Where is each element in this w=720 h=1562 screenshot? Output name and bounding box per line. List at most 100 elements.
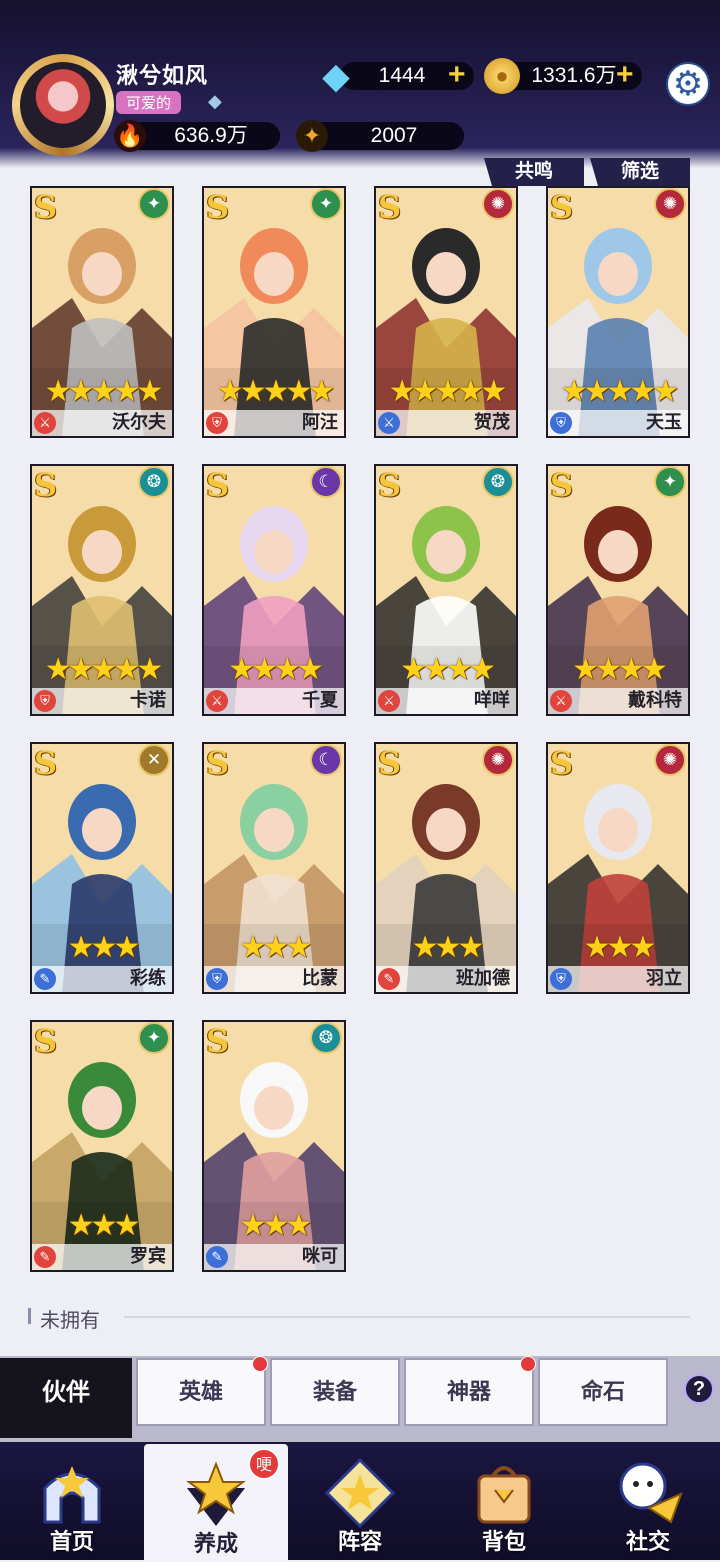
nav-item-bag[interactable]: 背包 [432,1442,576,1560]
help-button[interactable]: ? [684,1374,714,1404]
hero-card[interactable]: S ❂ ★★★★★ ⛨ 卡诺 [30,464,174,716]
star-rating: ★★★ [583,931,657,964]
diamond-icon: ◆ [322,55,350,96]
faction-icon: ❂ [310,1022,342,1054]
class-icon: ⛨ [550,968,572,990]
hero-card[interactable]: S ❂ ★★★ ✎ 咪可 [202,1020,346,1272]
flame-icon: 🔥 [114,120,146,152]
hero-name: 沃尔夫 [112,412,166,432]
star-badge-icon: ✦ [296,120,328,152]
hero-name: 彩练 [130,968,166,988]
rank-badge: S [206,466,230,504]
add-diamond-button[interactable]: + [448,60,466,90]
class-icon: ⚔ [550,690,572,712]
hero-card[interactable]: S ✺ ★★★★★ ⛨ 天玉 [546,186,690,438]
subtab-3[interactable]: 神器 [404,1358,534,1426]
rank-badge: S [550,188,574,226]
hero-name: 天玉 [646,412,682,432]
player-name: 湫兮如风 [116,63,209,88]
nav-item-lineup[interactable]: 阵容 [288,1442,432,1560]
hero-name: 贺茂 [474,412,510,432]
star-rating: ★★★ [411,931,485,964]
class-icon: ⚔ [34,412,56,434]
hero-card[interactable]: S ✦ ★★★★ ⚔ 戴科特 [546,464,690,716]
add-gold-button[interactable]: + [616,60,634,90]
hero-card[interactable]: S ✦ ★★★★★ ⚔ 沃尔夫 [30,186,174,438]
nav-item-home[interactable]: 首页 [0,1442,144,1560]
rank-badge: S [34,188,58,226]
filter-button[interactable]: 筛选 [590,158,690,186]
rank-badge: S [550,466,574,504]
energy-pill: 2007 [304,122,464,150]
rank-badge: S [34,1022,58,1060]
nav-item-nurture[interactable]: 养成 哽 [144,1444,288,1562]
section-divider [124,1316,690,1318]
nav-label: 首页 [49,1529,94,1554]
diamond-value: 1444 [378,64,426,87]
hero-name: 羽立 [646,968,682,988]
rank-badge: S [550,744,574,782]
star-rating: ★★★ [67,1209,141,1242]
rank-badge: S [378,744,402,782]
gold-coin-icon: ● [484,58,520,94]
nav-item-social[interactable]: 社交 [576,1442,720,1560]
star-rating: ★★★★★ [44,375,163,408]
settings-gear-icon[interactable]: ⚙ [666,62,710,106]
rank-badge: S [206,188,230,226]
class-icon: ⚔ [378,690,400,712]
hero-card[interactable]: S ✕ ★★★ ✎ 彩练 [30,742,174,994]
hero-name: 咩咩 [474,690,510,710]
star-rating: ★★★★ [572,653,668,686]
social-icon [613,1458,683,1528]
hero-card[interactable]: S ❂ ★★★★ ⚔ 咩咩 [374,464,518,716]
power-value: 636.9万 [174,124,248,147]
class-icon: ⛨ [206,412,228,434]
hero-card[interactable]: S ✦ ★★★★★ ⛨ 阿汪 [202,186,346,438]
rank-badge: S [34,744,58,782]
faction-icon: ✺ [482,744,514,776]
class-icon: ✎ [34,1246,56,1268]
subtab-2[interactable]: 装备 [270,1358,400,1426]
hero-card[interactable]: S ✺ ★★★ ✎ 班加德 [374,742,518,994]
subtab-0[interactable]: 伙伴 [0,1358,132,1438]
resonance-button[interactable]: 共鸣 [484,158,584,186]
faction-icon: ☾ [310,466,342,498]
rank-badge: S [378,188,402,226]
gold-value: 1331.6万 [531,64,617,87]
hero-card[interactable]: S ☾ ★★★★ ⚔ 千夏 [202,464,346,716]
star-rating: ★★★★★ [216,375,335,408]
star-rating: ★★★ [239,1209,313,1242]
avatar[interactable] [20,62,106,148]
subtab-1[interactable]: 英雄 [136,1358,266,1426]
nurture-icon [181,1460,251,1530]
class-icon: ✎ [206,1246,228,1268]
hero-name: 罗宾 [130,1246,166,1266]
class-icon: ✎ [378,968,400,990]
star-rating: ★★★★★ [388,375,507,408]
nav-label: 背包 [481,1529,526,1554]
hero-card[interactable]: S ✺ ★★★ ⛨ 羽立 [546,742,690,994]
class-icon: ✎ [34,968,56,990]
hero-name: 戴科特 [628,690,682,710]
faction-icon: ✺ [654,188,686,220]
section-marker [28,1308,31,1324]
rank-badge: S [206,1022,230,1060]
star-rating: ★★★★★ [560,375,679,408]
star-rating: ★★★★★ [44,653,163,686]
hero-card[interactable]: S ☾ ★★★ ⛨ 比蒙 [202,742,346,994]
class-icon: ⛨ [550,412,572,434]
faction-icon: ✺ [482,188,514,220]
faction-icon: ✕ [138,744,170,776]
bag-icon [469,1458,539,1528]
subtab-4[interactable]: 命石 [538,1358,668,1426]
nav-label: 养成 [193,1531,238,1556]
hero-name: 阿汪 [302,412,338,432]
hero-card[interactable]: S ✺ ★★★★★ ⚔ 贺茂 [374,186,518,438]
faction-icon: ✺ [654,744,686,776]
class-icon: ⛨ [34,690,56,712]
home-icon [37,1458,107,1528]
hero-card[interactable]: S ✦ ★★★ ✎ 罗宾 [30,1020,174,1272]
faction-icon: ☾ [310,744,342,776]
title-badge[interactable]: 可爱的 [116,91,182,114]
not-owned-label: 未拥有 [40,1310,100,1332]
